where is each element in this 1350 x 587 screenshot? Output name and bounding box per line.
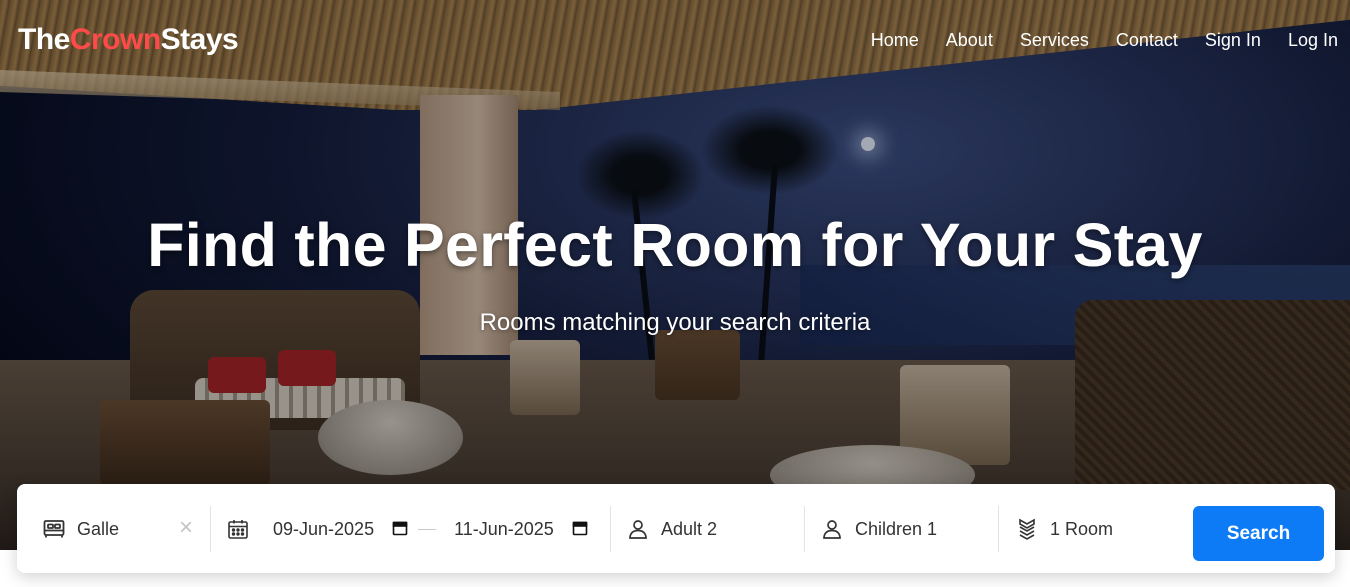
nav-home[interactable]: Home [871,30,919,51]
location-value: Galle [77,518,120,539]
date-separator [418,528,437,530]
children-value: Children 1 [855,518,938,539]
main-nav: Home About Services Contact Sign In Log … [844,30,1338,51]
person-icon [819,516,845,542]
location-field[interactable]: Galle [41,507,119,551]
search-button[interactable]: Search [1193,506,1324,561]
search-bar: Galle × 09-Jun-2025 11-Jun-2025 Adult 2 … [17,484,1335,573]
rooms-field[interactable]: 1 Room [1014,507,1113,551]
layers-icon [1014,516,1040,542]
nav-log-in[interactable]: Log In [1288,30,1338,51]
date-range-field: 09-Jun-2025 11-Jun-2025 [225,507,590,551]
bed-icon [41,516,67,542]
calendar-picker-icon[interactable] [572,520,590,538]
hero-title: Find the Perfect Room for Your Stay [147,211,1203,279]
brand-accent: Crown [69,23,161,56]
rooms-value: 1 Room [1050,518,1114,539]
checkout-date-input[interactable]: 11-Jun-2025 [454,519,554,540]
children-field[interactable]: Children 1 [819,507,937,551]
brand-part2: Stays [160,23,239,56]
adults-value: Adult 2 [661,518,718,539]
divider [610,506,611,552]
nav-contact[interactable]: Contact [1116,30,1178,51]
nav-about[interactable]: About [946,30,993,51]
hero-subtitle: Rooms matching your search criteria [479,309,871,336]
divider [998,506,999,552]
adults-field[interactable]: Adult 2 [625,507,717,551]
divider [210,506,211,552]
nav-services[interactable]: Services [1020,30,1089,51]
nav-sign-in[interactable]: Sign In [1205,30,1261,51]
checkin-date-input[interactable]: 09-Jun-2025 [273,519,374,540]
calendar-icon [225,516,251,542]
person-icon [625,516,651,542]
close-icon[interactable]: × [177,516,195,540]
brand-logo[interactable]: TheCrownStays [18,23,239,57]
calendar-picker-icon[interactable] [392,520,410,538]
brand-part1: The [18,23,70,56]
divider [804,506,805,552]
